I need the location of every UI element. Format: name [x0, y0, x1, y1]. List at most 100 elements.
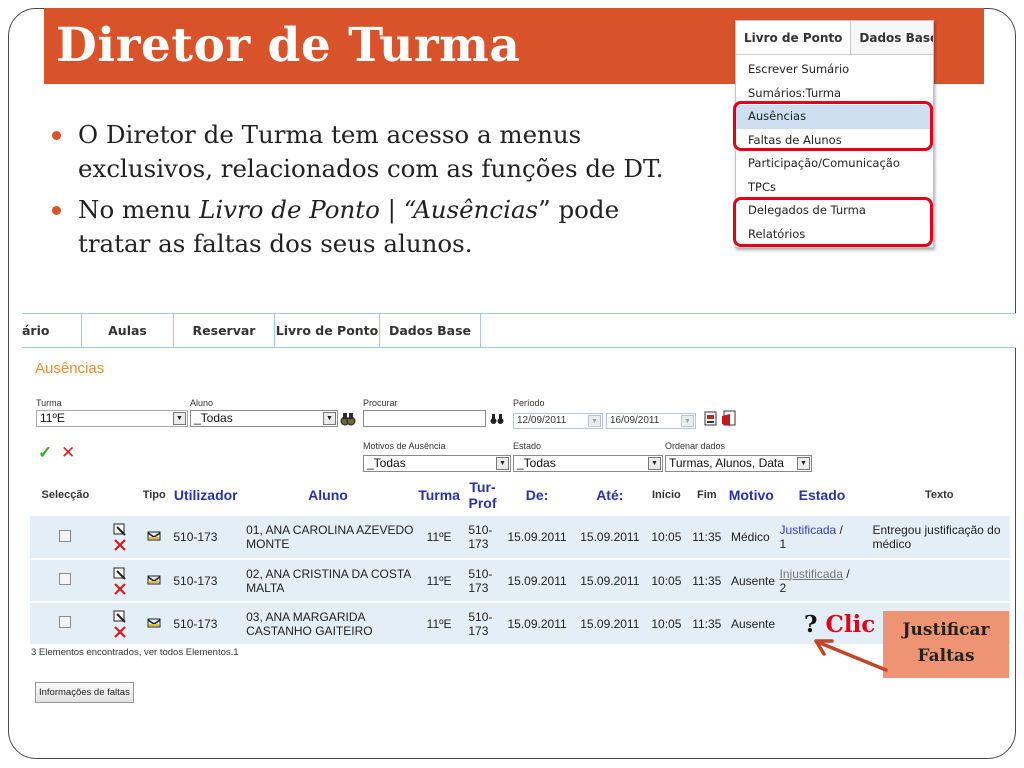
nav-item-dados-base[interactable]: Dados Base [380, 314, 481, 347]
header-ate[interactable]: Até: [573, 474, 646, 516]
motivos-select[interactable]: _Todas ▼ [363, 455, 511, 472]
ordenar-label: Ordenar dados [665, 441, 726, 451]
menu-item-relatorios[interactable]: Relatórios [736, 223, 933, 247]
cell-fim: 11:35 [686, 602, 727, 646]
cell-aluno: 03, ANA MARGARIDA CASTANHO GAITEIRO [242, 602, 414, 646]
cell-turprof: 510-173 [464, 602, 501, 646]
table-row[interactable]: 510-173 02, ANA CRISTINA DA COSTA MALTA … [30, 559, 1010, 603]
turma-label: Turma [36, 398, 62, 408]
delete-icon[interactable] [114, 582, 126, 595]
header-utilizador[interactable]: Utilizador [169, 474, 242, 516]
delete-icon[interactable] [114, 625, 126, 638]
informacoes-de-faltas-button[interactable]: Informações de faltas [35, 682, 134, 703]
header-seleccao[interactable]: Selecção [30, 474, 101, 516]
menu-item-tpcs[interactable]: TPCs [736, 176, 933, 200]
ordenar-select[interactable]: Turmas, Alunos, Data ▼ [665, 455, 812, 472]
absence-type-icon [147, 575, 161, 584]
header-fim[interactable]: Fim [687, 474, 727, 516]
question-mark[interactable]: ? [804, 611, 817, 638]
estado-value: _Todas [517, 456, 556, 470]
cell-turma: 11ºE [413, 516, 465, 560]
chevron-down-icon[interactable]: ▼ [323, 412, 336, 425]
cell-motivo: Ausente [726, 559, 776, 603]
chevron-down-icon[interactable]: ▼ [173, 412, 186, 425]
menu-item-ausencias[interactable]: Ausências [736, 105, 933, 129]
bullet-dot [52, 131, 61, 140]
periodo-to-field[interactable]: 16/09/2011 ▼ [606, 413, 696, 429]
cell-utilizador: 510-173 [169, 516, 243, 560]
callout-line-2: Faltas [917, 646, 975, 666]
delete-icon[interactable] [114, 539, 126, 551]
menu-item-participacao[interactable]: Participação/Comunicação [736, 152, 933, 176]
nav-item-livro-de-ponto[interactable]: Livro de Ponto [275, 314, 380, 347]
estado-link[interactable]: Injustificada [780, 567, 843, 581]
turma-select[interactable]: 11ºE ▼ [36, 410, 188, 427]
chevron-down-icon[interactable]: ▼ [648, 457, 661, 470]
cell-utilizador: 510-173 [169, 602, 243, 646]
edit-icon[interactable] [113, 610, 127, 624]
menu-item-escrever-sumario[interactable]: Escrever Sumário [736, 58, 933, 82]
nav-item-horario[interactable]: ário [22, 314, 82, 347]
search-icon[interactable] [490, 413, 504, 425]
close-icon[interactable]: ✕ [61, 443, 75, 463]
estado-select[interactable]: _Todas ▼ [513, 455, 663, 472]
cell-inicio: 10:05 [646, 516, 687, 560]
menu-tab-dados-base[interactable]: Dados Base [851, 21, 933, 54]
edit-icon[interactable] [113, 523, 127, 537]
cell-turprof: 510-173 [464, 559, 501, 603]
header-de[interactable]: De: [501, 474, 574, 516]
aluno-select[interactable]: _Todas ▼ [190, 410, 338, 427]
menu-item-faltas-de-alunos[interactable]: Faltas de Alunos [736, 129, 933, 153]
calendar-dropdown-icon[interactable]: ▼ [588, 415, 601, 427]
cell-turprof: 510-173 [464, 516, 501, 560]
binoculars-icon[interactable] [340, 411, 356, 427]
header-tur-prof[interactable]: Tur- Prof [464, 474, 500, 516]
procurar-input[interactable] [363, 410, 486, 427]
calendar-dropdown-icon[interactable]: ▼ [681, 415, 694, 427]
menu-item-delegados-de-turma[interactable]: Delegados de Turma [736, 199, 933, 223]
cell-motivo: Médico [726, 516, 776, 560]
bullet-dot [52, 206, 61, 215]
app-navbar: ário Aulas Reservar Livro de Ponto Dados… [22, 313, 1016, 348]
check-icon[interactable]: ✓ [38, 443, 52, 463]
header-turma[interactable]: Turma [414, 474, 465, 516]
table-row[interactable]: 510-173 01, ANA CAROLINA AZEVEDO MONTE 1… [30, 516, 1010, 560]
print-icon[interactable] [704, 411, 717, 426]
header-texto[interactable]: Texto [868, 474, 1010, 516]
cell-ate: 15.09.2011 [573, 516, 647, 560]
header-aluno[interactable]: Aluno [242, 474, 414, 516]
nav-item-aulas[interactable]: Aulas [82, 314, 174, 347]
header-inicio[interactable]: Início [646, 474, 686, 516]
procurar-label: Procurar [363, 398, 398, 408]
row-checkbox[interactable] [59, 529, 72, 542]
header-motivo[interactable]: Motivo [727, 474, 776, 516]
nav-item-reservar[interactable]: Reservar [174, 314, 275, 347]
estado-link[interactable]: Justificada [780, 523, 837, 537]
bullet-2-italic-ausencias: “Ausências [403, 195, 539, 224]
estado-count: 2 [779, 580, 787, 595]
slide-title: Diretor de Turma [56, 18, 521, 73]
turma-value: 11ºE [40, 411, 65, 425]
edit-icon[interactable] [113, 567, 127, 581]
row-checkbox[interactable] [59, 573, 72, 585]
cell-ate: 15.09.2011 [573, 559, 647, 603]
row-checkbox[interactable] [59, 616, 72, 628]
menu-header: Livro de Ponto Dados Base [736, 21, 933, 55]
bullet-2-sep: | [379, 195, 404, 224]
header-tipo[interactable]: Tipo [139, 474, 169, 516]
periodo-from-field[interactable]: 12/09/2011 ▼ [513, 413, 603, 429]
cell-inicio: 10:05 [646, 559, 687, 603]
cell-inicio: 10:05 [646, 602, 687, 646]
cell-motivo: Ausente [726, 602, 776, 646]
absence-type-icon [147, 531, 161, 541]
cell-fim: 11:35 [686, 559, 727, 603]
pdf-icon[interactable] [721, 410, 736, 427]
cell-aluno: 01, ANA CAROLINA AZEVEDO MONTE [242, 516, 414, 560]
header-estado[interactable]: Estado [776, 474, 869, 516]
menu-tab-livro-de-ponto[interactable]: Livro de Ponto [736, 21, 852, 54]
chevron-down-icon[interactable]: ▼ [496, 457, 509, 470]
menu-item-sumarios-turma[interactable]: Sumários:Turma [736, 82, 933, 106]
arrow-icon [814, 639, 888, 672]
chevron-down-icon[interactable]: ▼ [797, 457, 810, 470]
cell-aluno: 02, ANA CRISTINA DA COSTA MALTA [242, 559, 414, 603]
